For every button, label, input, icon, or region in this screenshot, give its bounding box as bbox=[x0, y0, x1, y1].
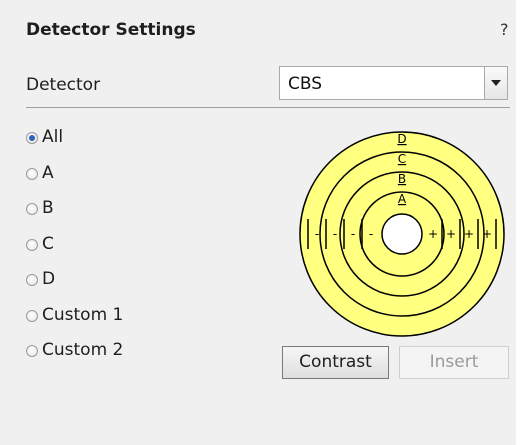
panel-title: Detector Settings bbox=[26, 20, 196, 40]
minus-label-c: - bbox=[333, 227, 337, 241]
segment-option-custom-2[interactable]: Custom 2 bbox=[26, 339, 123, 375]
minus-label-d: - bbox=[315, 227, 319, 241]
segment-option-label: Custom 2 bbox=[42, 340, 124, 360]
detector-select-value: CBS bbox=[288, 74, 323, 94]
plus-label-d: + bbox=[482, 227, 492, 241]
help-icon[interactable]: ? bbox=[500, 20, 509, 39]
minus-label-b: - bbox=[351, 227, 355, 241]
center-hole bbox=[381, 213, 423, 255]
radio-button[interactable] bbox=[26, 309, 38, 322]
detector-settings-panel: Detector Settings ? Detector CBS All A B… bbox=[0, 0, 516, 445]
chevron-down-icon[interactable] bbox=[484, 67, 507, 99]
detector-label: Detector bbox=[26, 75, 101, 95]
ring-label-c: C bbox=[398, 152, 406, 166]
ring-label-b: B bbox=[398, 172, 406, 186]
radio-button[interactable] bbox=[26, 132, 38, 144]
segment-option-label: C bbox=[42, 233, 54, 254]
minus-label-a: - bbox=[369, 227, 373, 241]
radio-button[interactable] bbox=[26, 167, 38, 180]
radio-button[interactable] bbox=[26, 203, 38, 215]
segment-option-all[interactable]: All bbox=[26, 126, 123, 162]
radio-button[interactable] bbox=[26, 345, 38, 357]
segment-option-label: D bbox=[42, 269, 56, 289]
detector-segment-diagram[interactable]: D C B A - - - - + + + + bbox=[296, 128, 508, 340]
segment-option-a[interactable]: A bbox=[26, 162, 123, 198]
divider bbox=[26, 107, 510, 108]
segment-option-custom-1[interactable]: Custom 1 bbox=[26, 304, 123, 340]
segment-option-label: Custom 1 bbox=[42, 304, 124, 325]
radio-button[interactable] bbox=[26, 238, 38, 251]
plus-label-c: + bbox=[464, 227, 474, 241]
contrast-button[interactable]: Contrast bbox=[282, 346, 389, 379]
segment-option-d[interactable]: D bbox=[26, 268, 123, 304]
segment-option-b[interactable]: B bbox=[26, 197, 123, 233]
ring-label-a: A bbox=[398, 192, 407, 206]
ring-label-d: D bbox=[397, 132, 406, 146]
plus-label-b: + bbox=[446, 227, 456, 241]
segment-option-c[interactable]: C bbox=[26, 233, 123, 269]
radio-button[interactable] bbox=[26, 274, 38, 286]
segment-option-label: A bbox=[42, 162, 54, 183]
segment-option-label: All bbox=[42, 127, 64, 147]
segment-option-label: B bbox=[42, 198, 54, 218]
insert-button[interactable]: Insert bbox=[399, 346, 509, 379]
segment-radio-group: All A B C D Custom 1 Custom 2 bbox=[26, 126, 123, 375]
plus-label-a: + bbox=[428, 227, 438, 241]
detector-select[interactable]: CBS bbox=[279, 66, 508, 100]
